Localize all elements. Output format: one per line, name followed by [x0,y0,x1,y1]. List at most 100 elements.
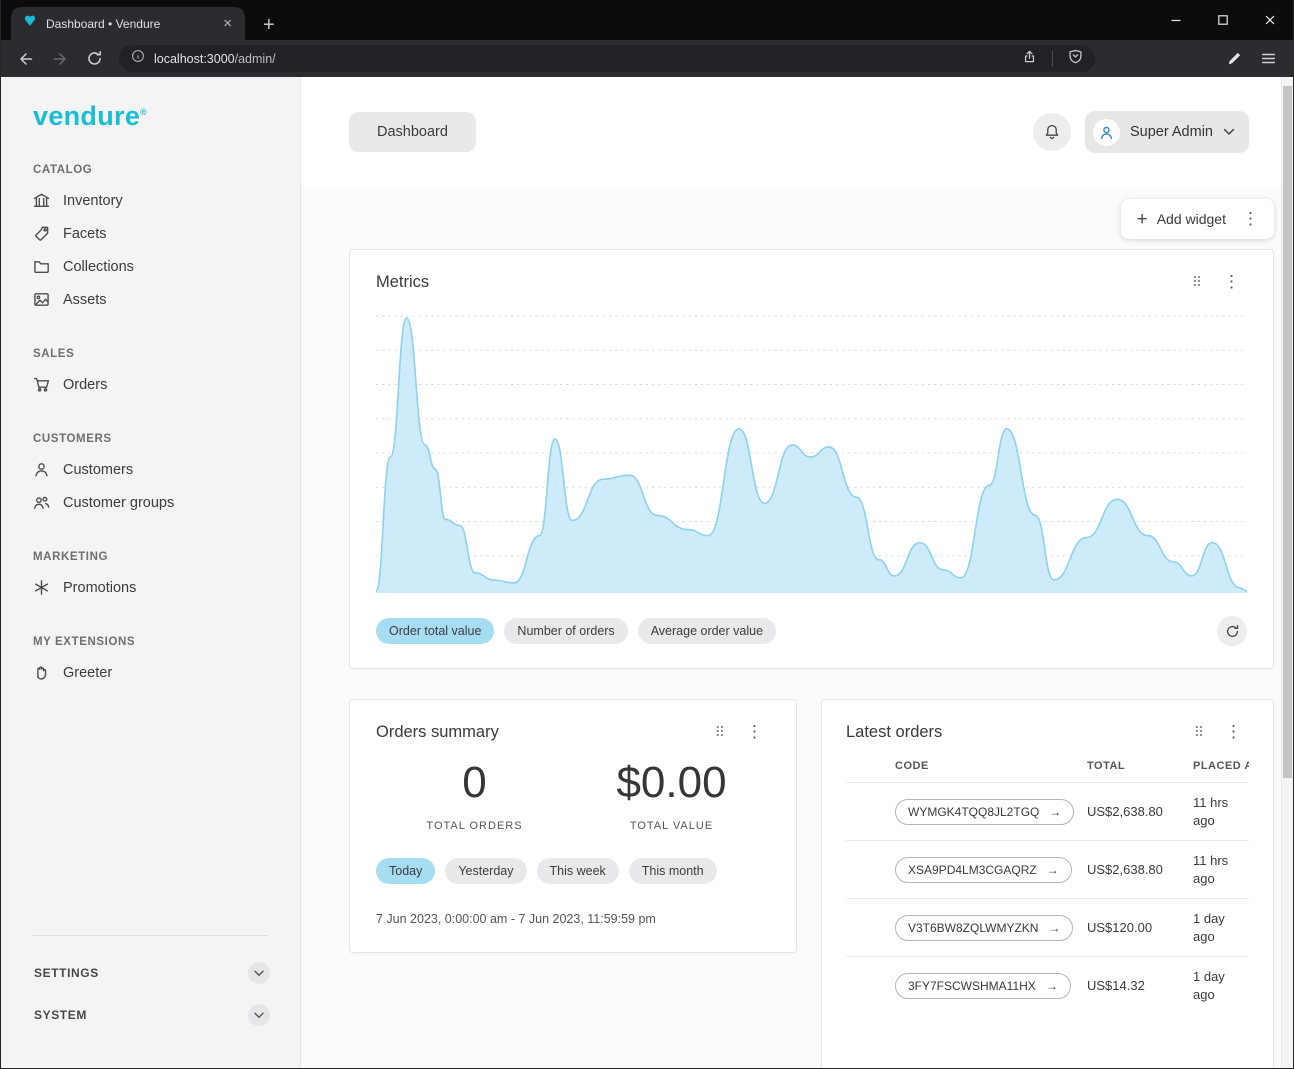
notifications-button[interactable] [1033,113,1071,151]
reload-button[interactable] [79,44,109,74]
order-total: US$2,638.80 [1087,841,1193,899]
chip-today[interactable]: Today [376,858,435,884]
order-placed-at: 1 day ago [1193,899,1249,957]
add-widget-button[interactable]: + Add widget ⋮ [1121,199,1274,239]
refresh-icon [1225,624,1240,639]
metrics-widget: Metrics ⠿ ⋮ Order total value Number of … [349,249,1274,669]
sidebar-item-assets[interactable]: Assets [1,283,300,316]
nav-heading-my-extensions: MY EXTENSIONS [33,636,268,648]
breadcrumb[interactable]: Dashboard [349,112,476,152]
sidebar-footer-label: SYSTEM [34,1008,87,1022]
order-code-link[interactable]: WYMGK4TQQ8JL2TGQ→ [895,799,1074,825]
chip-order-total-value[interactable]: Order total value [376,618,494,644]
drag-handle-icon[interactable]: ⠿ [715,724,725,741]
summary-range-chips: Today Yesterday This week This month [376,858,770,884]
chevron-down-icon [1223,128,1235,136]
chip-number-of-orders[interactable]: Number of orders [504,618,627,644]
order-total: US$120.00 [1087,899,1193,957]
sidebar-item-collections[interactable]: Collections [1,250,300,283]
nav-heading-catalog: CATALOG [33,164,268,176]
sidebar-item-promotions[interactable]: Promotions [1,571,300,604]
chevron-down-icon[interactable] [248,962,270,984]
share-icon[interactable] [1022,49,1037,69]
user-icon [33,461,50,478]
column-header-code: CODE [846,746,1087,783]
browser-menu-icon[interactable] [1253,44,1283,74]
tab-close-icon[interactable]: × [218,15,237,32]
tag-icon [33,225,50,242]
orders-summary-menu-icon[interactable]: ⋮ [739,722,770,742]
url-path: /admin/ [235,52,276,66]
scrollbar-thumb[interactable] [1283,86,1292,778]
sidebar-item-orders[interactable]: Orders [1,368,300,401]
sidebar-item-label: Facets [63,226,107,242]
chip-average-order-value[interactable]: Average order value [638,618,776,644]
toolbar-divider [1052,51,1053,67]
window-close-button[interactable] [1246,0,1293,40]
site-info-icon[interactable] [131,49,145,68]
window-minimize-button[interactable] [1152,0,1199,40]
browser-tab[interactable]: Dashboard • Vendure × [11,7,245,40]
order-total: US$2,638.80 [1087,783,1193,841]
column-header-total: TOTAL [1087,746,1193,783]
add-widget-label: Add widget [1157,211,1226,227]
nav-heading-sales: SALES [33,348,268,360]
new-tab-button[interactable]: + [263,15,275,35]
sidebar-footer-label: SETTINGS [34,966,99,980]
sidebar-item-settings[interactable]: SETTINGS [1,952,300,994]
nav-section-customers: CUSTOMERS Customers Customer groups [1,433,300,519]
drag-handle-icon[interactable]: ⠿ [1194,724,1204,741]
user-menu-label: Super Admin [1130,124,1213,140]
order-code-link[interactable]: V3T6BW8ZQLWMYZKN→ [895,915,1073,941]
add-widget-menu-icon[interactable]: ⋮ [1235,209,1266,229]
plus-icon: + [1137,210,1148,229]
sidebar-item-label: Greeter [63,665,112,681]
arrow-right-icon: → [1046,979,1058,993]
sidebar-item-system[interactable]: SYSTEM [1,994,300,1036]
url-bar[interactable]: localhost:3000/admin/ [119,45,1095,72]
url-text: localhost:3000/admin/ [154,52,1013,66]
user-avatar-icon [1093,119,1120,146]
orders-summary-widget: Orders summary ⠿ ⋮ 0 TOTAL ORDERS $0.00 [349,699,797,953]
window-maximize-button[interactable] [1199,0,1246,40]
sidebar-item-customer-groups[interactable]: Customer groups [1,486,300,519]
sidebar: vendure® CATALOG Inventory Facets Collec… [1,77,301,1068]
sidebar-item-label: Inventory [63,193,123,209]
bell-icon [1043,123,1061,141]
order-code-link[interactable]: XSA9PD4LM3CGAQRZ→ [895,857,1072,883]
refresh-button[interactable] [1217,616,1247,646]
order-code-link[interactable]: 3FY7FSCWSHMA11HX→ [895,973,1071,999]
chevron-down-icon[interactable] [248,1004,270,1026]
sidebar-divider [33,935,268,936]
back-button[interactable] [11,44,41,74]
page-header: Dashboard Super Admin [301,77,1293,187]
asterisk-icon [33,579,50,596]
metrics-menu-icon[interactable]: ⋮ [1216,272,1247,292]
chip-yesterday[interactable]: Yesterday [445,858,526,884]
order-row: V3T6BW8ZQLWMYZKN→ US$120.00 1 day ago [846,899,1249,957]
latest-orders-table: CODETOTALPLACED AT WYMGK4TQQ8JL2TGQ→ US$… [846,746,1249,1014]
sidebar-item-label: Collections [63,259,134,275]
sidebar-item-greeter[interactable]: Greeter [1,656,300,689]
drag-handle-icon[interactable]: ⠿ [1192,274,1202,291]
page-scrollbar[interactable] [1281,77,1293,1068]
chip-this-week[interactable]: This week [537,858,619,884]
sidebar-item-facets[interactable]: Facets [1,217,300,250]
browser-navbar: localhost:3000/admin/ [1,40,1293,77]
forward-button[interactable] [45,44,75,74]
brave-rewards-icon[interactable] [1219,44,1249,74]
total-value-label: TOTAL VALUE [573,820,770,832]
sidebar-item-customers[interactable]: Customers [1,453,300,486]
order-row: WYMGK4TQQ8JL2TGQ→ US$2,638.80 11 hrs ago [846,783,1249,841]
image-icon [33,291,50,308]
sidebar-item-label: Orders [63,377,107,393]
vendure-logo[interactable]: vendure® [1,101,300,132]
brave-shield-icon[interactable] [1068,49,1083,69]
url-host: localhost:3000 [154,52,235,66]
chip-this-month[interactable]: This month [629,858,717,884]
latest-orders-menu-icon[interactable]: ⋮ [1218,722,1249,742]
latest-orders-title: Latest orders [846,723,1194,742]
cart-icon [33,376,50,393]
sidebar-item-inventory[interactable]: Inventory [1,184,300,217]
user-menu[interactable]: Super Admin [1085,111,1249,153]
